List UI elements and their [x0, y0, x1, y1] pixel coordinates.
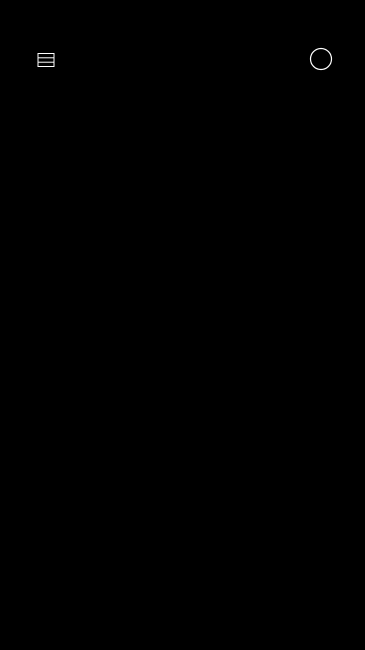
top-bar: [0, 0, 365, 110]
menu-list-icon: [37, 53, 55, 67]
profile-button[interactable]: [309, 47, 333, 71]
menu-button[interactable]: [37, 52, 55, 68]
app-screen: [0, 0, 365, 650]
main-content-area: [0, 110, 365, 650]
circle-profile-icon: [309, 47, 333, 71]
